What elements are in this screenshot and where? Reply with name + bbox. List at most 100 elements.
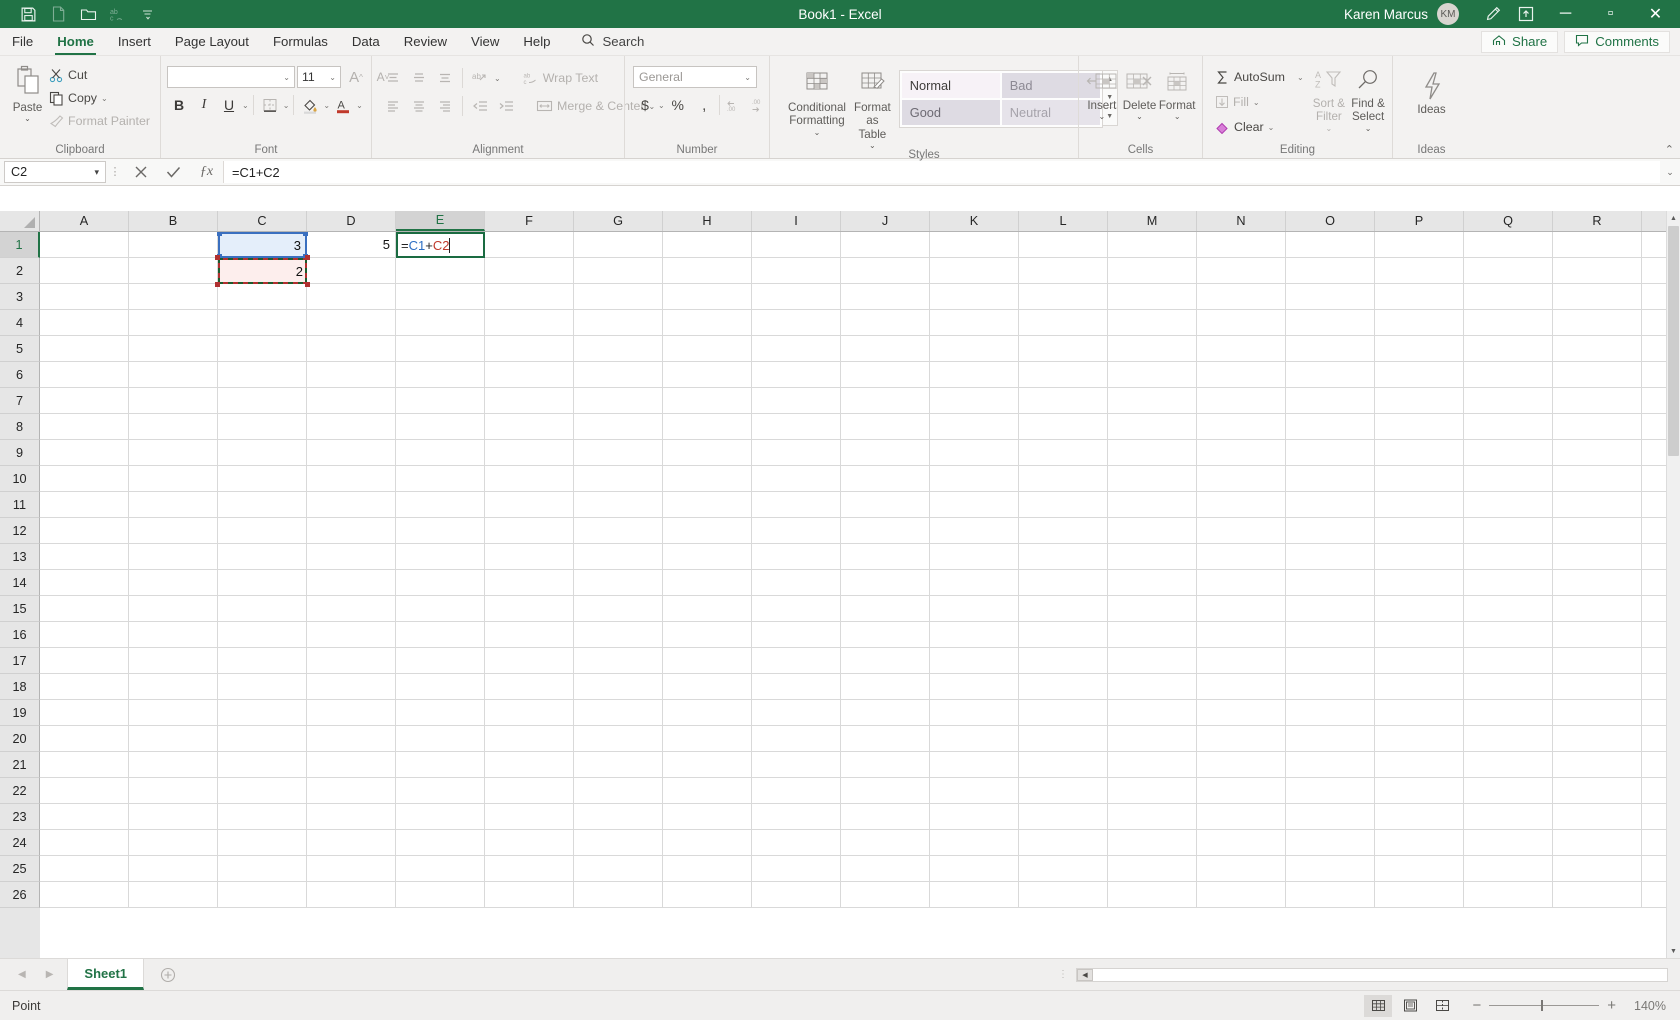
cell-B2[interactable] [129,258,218,283]
cell-N25[interactable] [1197,856,1286,881]
vertical-scrollbar[interactable]: ▲ ▼ [1666,211,1680,958]
cell-Q21[interactable] [1464,752,1553,777]
cell-L21[interactable] [1019,752,1108,777]
cell-J13[interactable] [841,544,930,569]
cell-L20[interactable] [1019,726,1108,751]
row-header-9[interactable]: 9 [0,440,40,466]
cell-F12[interactable] [485,518,574,543]
cell-Q26[interactable] [1464,882,1553,907]
cell-E24[interactable] [396,830,485,855]
cell-H7[interactable] [663,388,752,413]
cell-P2[interactable] [1375,258,1464,283]
cell-N23[interactable] [1197,804,1286,829]
column-header-P[interactable]: P [1375,211,1464,231]
close-button[interactable]: ✕ [1633,0,1678,28]
cell-C26[interactable] [218,882,307,907]
column-header-M[interactable]: M [1108,211,1197,231]
cell-N14[interactable] [1197,570,1286,595]
cell-N6[interactable] [1197,362,1286,387]
cell-L6[interactable] [1019,362,1108,387]
cell-G8[interactable] [574,414,663,439]
cell-G13[interactable] [574,544,663,569]
cell-C24[interactable] [218,830,307,855]
cell-A9[interactable] [40,440,129,465]
cell-L5[interactable] [1019,336,1108,361]
cell-I18[interactable] [752,674,841,699]
cell-R5[interactable] [1553,336,1642,361]
tab-data[interactable]: Data [340,28,392,55]
cell-R25[interactable] [1553,856,1642,881]
cancel-icon[interactable] [124,159,157,185]
sheet-bar-grip[interactable]: ⋮ [1050,970,1076,980]
row-header-25[interactable]: 25 [0,856,40,882]
cell-G19[interactable] [574,700,663,725]
cell-B3[interactable] [129,284,218,309]
conditional-formatting-button[interactable]: Conditional Formatting ⌄ [788,68,846,136]
cell-F2[interactable] [485,258,574,283]
row-header-22[interactable]: 22 [0,778,40,804]
cell-D19[interactable] [307,700,396,725]
insert-function-icon[interactable]: ƒx [190,159,223,185]
cell-I8[interactable] [752,414,841,439]
cell-N12[interactable] [1197,518,1286,543]
decrease-indent-icon[interactable] [468,95,492,118]
vertical-scroll-thumb[interactable] [1668,226,1679,456]
row-header-21[interactable]: 21 [0,752,40,778]
cell-C11[interactable] [218,492,307,517]
cell-C10[interactable] [218,466,307,491]
chevron-down-icon[interactable]: ⌄ [814,130,821,136]
cell-I26[interactable] [752,882,841,907]
cell-P16[interactable] [1375,622,1464,647]
row-header-8[interactable]: 8 [0,414,40,440]
cell-A14[interactable] [40,570,129,595]
cell-Q22[interactable] [1464,778,1553,803]
open-folder-icon[interactable] [74,2,102,26]
tab-home[interactable]: Home [45,28,106,55]
cell-J18[interactable] [841,674,930,699]
insert-cells-button[interactable]: Insert ⌄ [1083,68,1121,120]
cell-L25[interactable] [1019,856,1108,881]
cell-P13[interactable] [1375,544,1464,569]
cell-F4[interactable] [485,310,574,335]
cell-R19[interactable] [1553,700,1642,725]
cell-G12[interactable] [574,518,663,543]
cell-B18[interactable] [129,674,218,699]
cell-H2[interactable] [663,258,752,283]
cell-R10[interactable] [1553,466,1642,491]
cell-I10[interactable] [752,466,841,491]
cell-R23[interactable] [1553,804,1642,829]
cell-E3[interactable] [396,284,485,309]
cell-C6[interactable] [218,362,307,387]
cell-F26[interactable] [485,882,574,907]
cell-P4[interactable] [1375,310,1464,335]
font-name-input[interactable]: ⌄ [167,66,295,88]
cell-Q24[interactable] [1464,830,1553,855]
cell-E10[interactable] [396,466,485,491]
cell-H19[interactable] [663,700,752,725]
chevron-down-icon[interactable]: ▾ [94,167,99,178]
cell-L1[interactable] [1019,232,1108,257]
column-header-A[interactable]: A [40,211,129,231]
cell-A26[interactable] [40,882,129,907]
cell-Q7[interactable] [1464,388,1553,413]
cell-A11[interactable] [40,492,129,517]
chevron-down-icon[interactable]: ⌄ [1098,114,1105,120]
cell-E4[interactable] [396,310,485,335]
cell-H14[interactable] [663,570,752,595]
tab-insert[interactable]: Insert [106,28,163,55]
cell-J21[interactable] [841,752,930,777]
cell-R15[interactable] [1553,596,1642,621]
cell-I22[interactable] [752,778,841,803]
cell-R14[interactable] [1553,570,1642,595]
cell-K1[interactable] [930,232,1019,257]
cell-N18[interactable] [1197,674,1286,699]
cell-L3[interactable] [1019,284,1108,309]
cell-M25[interactable] [1108,856,1197,881]
cell-N24[interactable] [1197,830,1286,855]
style-normal[interactable]: Normal [902,73,1000,98]
row-header-4[interactable]: 4 [0,310,40,336]
cell-O11[interactable] [1286,492,1375,517]
zoom-slider[interactable]: − + [1472,997,1616,1014]
cell-G22[interactable] [574,778,663,803]
cell-F18[interactable] [485,674,574,699]
